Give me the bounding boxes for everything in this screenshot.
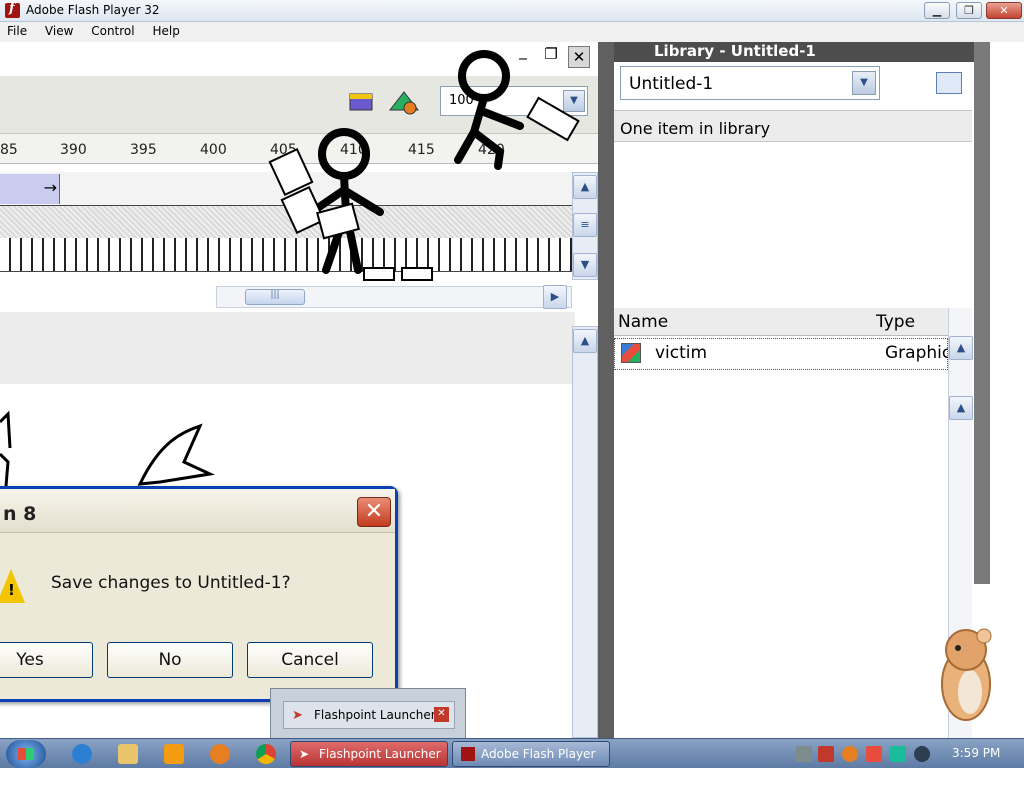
save-changes-dialog: n 8 ✕ Save changes to Untitled-1? Yes No… [0,486,398,702]
library-panel-gutter [598,42,614,738]
folder-icon[interactable] [118,744,138,764]
display-icon[interactable] [890,746,906,762]
library-document-select[interactable]: Untitled-1 ▼ [620,66,880,100]
task-flashpoint-launcher[interactable]: ➤ Flashpoint Launcher [290,741,448,767]
maximize-button[interactable]: ❐ [956,2,982,19]
media-player-icon[interactable] [164,744,184,764]
system-tray: 3:59 PM [788,739,1024,769]
flag-icon[interactable] [866,746,882,762]
taskbar-preview-popup[interactable]: ➤ Flashpoint Launcher ✕ [270,688,466,738]
task-label: Adobe Flash Player 32 [481,747,596,785]
library-item-count: One item in library [614,110,972,142]
minimize-button[interactable]: ▁ [924,2,950,19]
graphic-symbol-icon [621,343,641,363]
yes-button[interactable]: Yes [0,642,93,678]
new-library-panel-icon[interactable] [936,72,962,94]
warning-icon [0,569,25,603]
dialog-titlebar: n 8 [0,489,395,533]
library-header: Library - Untitled-1 [614,42,974,62]
menu-control[interactable]: Control [84,22,141,38]
library-item[interactable]: victim Graphic [614,338,952,370]
clock[interactable]: 3:59 PM [952,746,1000,760]
dialog-title: n 8 [3,503,37,525]
scroll-up-icon[interactable]: ▲ [949,336,973,360]
chevron-down-icon[interactable]: ▼ [852,71,876,95]
antivirus-icon[interactable] [818,746,834,762]
menu-view[interactable]: View [38,22,80,38]
dialog-message: Save changes to Untitled-1? [51,573,291,593]
task-label: Flashpoint Launcher [319,747,441,761]
item-name: victim [655,343,708,363]
scroll-up-icon[interactable]: ▲ [949,396,973,420]
item-type: Graphic [885,343,952,363]
cancel-button[interactable]: Cancel [247,642,373,678]
ie-icon[interactable] [72,744,92,764]
dialog-close-button[interactable]: ✕ [357,497,391,527]
no-button[interactable]: No [107,642,233,678]
volume-icon[interactable] [914,746,930,762]
windows-start-icon[interactable] [6,740,46,768]
flash-icon [461,747,475,761]
library-count-text: One item in library [620,119,771,138]
flash-icon [5,1,20,18]
column-name[interactable]: Name [618,312,668,332]
library-document-value: Untitled-1 [629,74,714,94]
column-type[interactable]: Type [876,312,915,332]
window-title: Adobe Flash Player 32 [26,3,160,17]
flashpoint-icon: ➤ [299,747,310,761]
search-icon[interactable] [842,746,858,762]
preview-close-button[interactable]: ✕ [434,707,449,722]
menu-bar: File View Control Help [0,22,1024,42]
flashpoint-icon: ➤ [292,708,303,723]
library-panel-border [974,42,990,584]
menu-help[interactable]: Help [145,22,186,38]
window-titlebar: Adobe Flash Player 32 ▁ ❐ ✕ [0,0,1024,22]
preview-label: Flashpoint Launcher [314,708,436,722]
library-column-headers: Name Type [614,308,948,336]
flash-content[interactable]: ‒ ❐ ✕ 100 ▼ 85 390 395 400 405 410 415 4… [0,42,1024,738]
chrome-icon[interactable] [256,744,276,764]
preview-item[interactable]: ➤ Flashpoint Launcher ✕ [283,701,455,729]
paint-icon[interactable] [210,744,230,764]
network-icon[interactable] [796,746,812,762]
task-adobe-flash-player[interactable]: Adobe Flash Player 32 [452,741,610,785]
close-button[interactable]: ✕ [986,2,1022,19]
library-panel: Library - Untitled-1 Untitled-1 ▼ One it… [614,42,974,738]
taskbar: ➤ Flashpoint Launcher Adobe Flash Player… [0,738,1024,785]
menu-file[interactable]: File [0,22,34,38]
hamster-image [941,628,992,721]
